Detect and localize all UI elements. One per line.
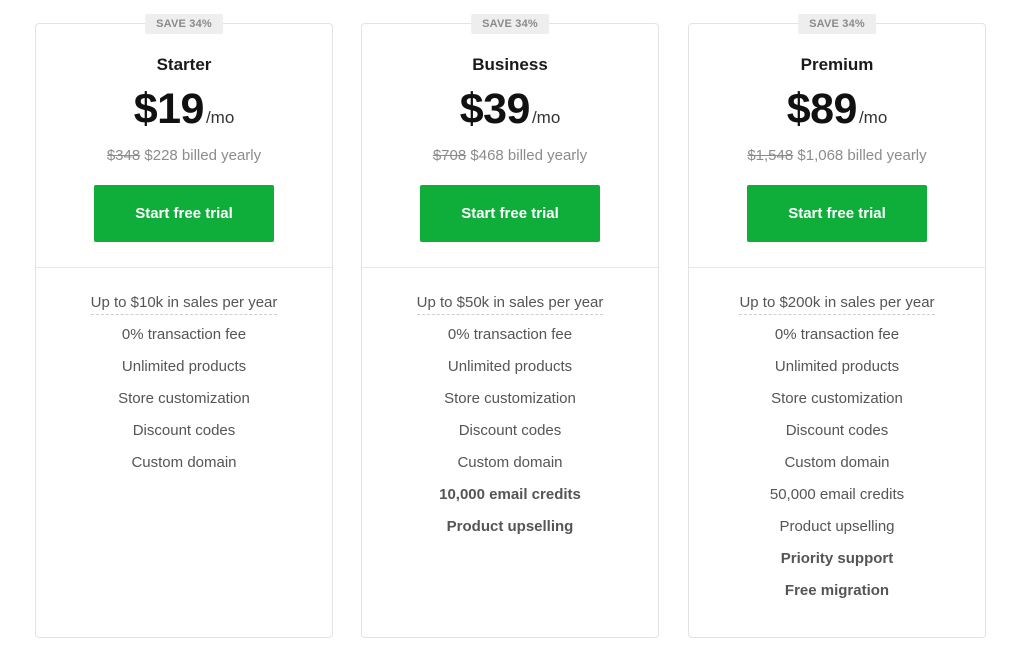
feature-text: Up to $10k in sales per year (90, 293, 278, 315)
feature-item: Store customization (362, 389, 658, 421)
feature-item: Custom domain (362, 453, 658, 485)
feature-item: Custom domain (689, 453, 985, 485)
price-row: $89 /mo (689, 85, 985, 133)
billing-info: $1,548 $1,068 billed yearly (689, 147, 985, 165)
price-amount: $89 (786, 85, 858, 133)
feature-text: Free migration (784, 582, 890, 599)
feature-item: Unlimited products (36, 357, 332, 389)
feature-item: Store customization (689, 389, 985, 421)
feature-item: 0% transaction fee (362, 325, 658, 357)
feature-item: Product upselling (362, 517, 658, 549)
feature-text: Custom domain (784, 454, 890, 471)
old-price: $348 (106, 147, 141, 164)
price-period: /mo (205, 108, 235, 127)
feature-item: Up to $200k in sales per year (689, 293, 985, 325)
plan-card-starter: SAVE 34% Starter $19 /mo $348 $228 bille… (35, 14, 333, 638)
price-amount: $19 (133, 85, 205, 133)
feature-list: Up to $200k in sales per year 0% transact… (689, 268, 985, 613)
feature-item: Free migration (689, 581, 985, 613)
plan-card-business: SAVE 34% Business $39 /mo $708 $468 bill… (361, 14, 659, 638)
feature-text: Unlimited products (447, 358, 573, 375)
price-row: $19 /mo (36, 85, 332, 133)
billed-yearly: $1,068 billed yearly (797, 147, 927, 164)
save-badge: SAVE 34% (145, 14, 223, 34)
start-free-trial-button[interactable]: Start free trial (94, 185, 274, 242)
feature-text: Up to $200k in sales per year (739, 293, 935, 315)
price-amount: $39 (459, 85, 531, 133)
feature-item: 50,000 email credits (689, 485, 985, 517)
feature-item: Unlimited products (689, 357, 985, 389)
feature-text: Unlimited products (121, 358, 247, 375)
price-row: $39 /mo (362, 85, 658, 133)
feature-item: Product upselling (689, 517, 985, 549)
plan-header: Premium $89 /mo $1,548 $1,068 billed yea… (689, 24, 985, 268)
feature-text: 0% transaction fee (121, 326, 247, 343)
plan-header: Business $39 /mo $708 $468 billed yearly… (362, 24, 658, 268)
plan-header: Starter $19 /mo $348 $228 billed yearly … (36, 24, 332, 268)
save-badge: SAVE 34% (471, 14, 549, 34)
old-price: $1,548 (747, 147, 794, 164)
feature-text: 10,000 email credits (439, 486, 581, 503)
feature-text: Store customization (771, 390, 903, 407)
feature-text: Unlimited products (774, 358, 900, 375)
feature-text: Product upselling (779, 518, 895, 535)
feature-text: 0% transaction fee (774, 326, 900, 343)
feature-item: Discount codes (689, 421, 985, 453)
feature-list: Up to $10k in sales per year 0% transacti… (36, 268, 332, 485)
feature-text: Discount codes (785, 422, 889, 439)
feature-item: Up to $50k in sales per year (362, 293, 658, 325)
feature-text: Priority support (780, 550, 894, 567)
feature-text: 50,000 email credits (769, 486, 905, 503)
start-free-trial-button[interactable]: Start free trial (420, 185, 600, 242)
feature-item: Up to $10k in sales per year (36, 293, 332, 325)
feature-text: Store customization (444, 390, 576, 407)
feature-text: 0% transaction fee (447, 326, 573, 343)
feature-item: Priority support (689, 549, 985, 581)
feature-item: Discount codes (362, 421, 658, 453)
feature-item: Custom domain (36, 453, 332, 485)
feature-text: Up to $50k in sales per year (416, 293, 604, 315)
feature-item: 10,000 email credits (362, 485, 658, 517)
feature-item: 0% transaction fee (36, 325, 332, 357)
feature-text: Custom domain (131, 454, 237, 471)
feature-item: Unlimited products (362, 357, 658, 389)
feature-text: Discount codes (132, 422, 236, 439)
save-badge: SAVE 34% (798, 14, 876, 34)
feature-text: Product upselling (446, 518, 574, 535)
billing-info: $348 $228 billed yearly (36, 147, 332, 165)
feature-item: Discount codes (36, 421, 332, 453)
feature-text: Discount codes (458, 422, 562, 439)
billed-yearly: $228 billed yearly (144, 147, 262, 164)
start-free-trial-button[interactable]: Start free trial (747, 185, 927, 242)
plan-card-premium: SAVE 34% Premium $89 /mo $1,548 $1,068 b… (688, 14, 986, 638)
price-period: /mo (531, 108, 561, 127)
feature-list: Up to $50k in sales per year 0% transacti… (362, 268, 658, 549)
price-period: /mo (858, 108, 888, 127)
billing-info: $708 $468 billed yearly (362, 147, 658, 165)
pricing-section: SAVE 34% Starter $19 /mo $348 $228 bille… (0, 0, 1014, 664)
feature-text: Store customization (118, 390, 250, 407)
billed-yearly: $468 billed yearly (470, 147, 588, 164)
feature-item: 0% transaction fee (689, 325, 985, 357)
old-price: $708 (432, 147, 467, 164)
feature-text: Custom domain (457, 454, 563, 471)
feature-item: Store customization (36, 389, 332, 421)
